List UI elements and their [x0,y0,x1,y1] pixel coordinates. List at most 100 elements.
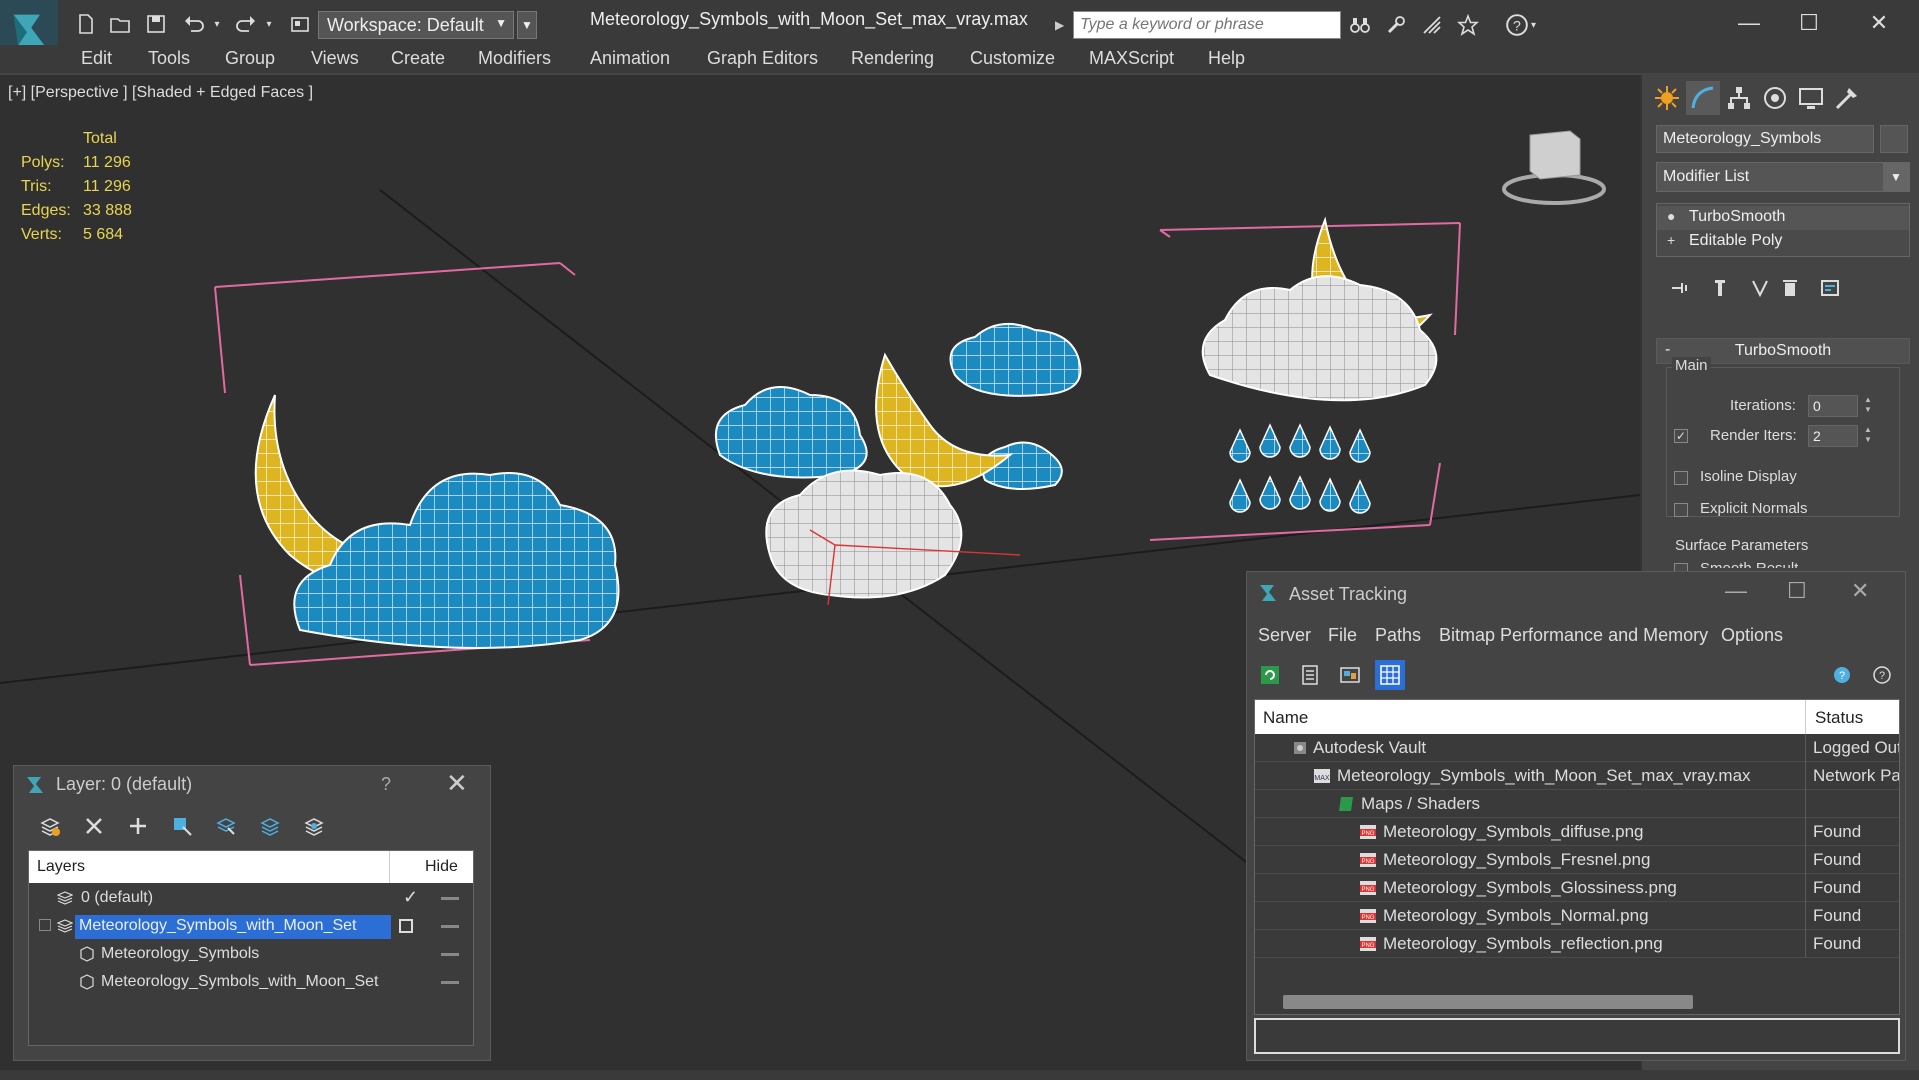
maximize-button[interactable]: ☐ [1787,578,1807,604]
asset-row[interactable]: MAX Meteorology_Symbols_with_Moon_Set_ma… [1255,762,1899,790]
refresh-icon[interactable] [1255,660,1285,690]
layer-row[interactable]: Meteorology_Symbols_with_Moon_Set [29,969,473,997]
hierarchy-tab-icon[interactable] [1722,81,1756,115]
col-name[interactable]: Name [1263,708,1308,728]
minimize-button[interactable]: — [1724,6,1774,40]
menu-bitmap-performance[interactable]: Bitmap Performance and Memory [1439,625,1708,646]
layer-row[interactable]: Meteorology_Symbols_with_Moon_Set [29,913,473,941]
menu-modifiers[interactable]: Modifiers [478,48,551,69]
menu-paths[interactable]: Paths [1375,625,1421,646]
col-layers[interactable]: Layers [37,858,85,876]
modifier-list-dropdown[interactable]: Modifier List ▼ [1656,162,1910,192]
menu-group[interactable]: Group [225,48,275,69]
workspace-select[interactable]: Workspace: Default ▼ [318,11,514,39]
menu-views[interactable]: Views [311,48,359,69]
help-icon[interactable]: ? [381,774,391,795]
pin-stack-icon[interactable] [1666,273,1694,303]
layer-row[interactable]: 0 (default) ✓ [29,885,473,913]
menu-help[interactable]: Help [1208,48,1245,69]
isoline-display-checkbox[interactable] [1674,471,1688,485]
undo-dropdown-icon[interactable]: ▾ [210,10,224,38]
hide-toggle[interactable] [441,897,459,900]
new-layer-icon[interactable] [36,812,64,840]
render-iters-checkbox[interactable]: ✓ [1674,429,1688,443]
iterations-spinner[interactable]: 0 [1808,395,1858,417]
workspace-menu-button[interactable]: ▼ [517,11,537,39]
context-help-icon[interactable]: ? [1867,660,1897,690]
asset-status-field[interactable] [1254,1018,1900,1054]
lightbulb-icon[interactable]: ● [1667,209,1681,223]
thumbnail-view-icon[interactable] [1335,660,1365,690]
maximize-button[interactable]: ☐ [1784,6,1834,40]
tools-icon[interactable] [1382,12,1410,38]
col-hide[interactable]: Hide [425,858,458,876]
configure-sets-icon[interactable] [1816,273,1844,303]
stack-item-turbosmooth[interactable]: ● TurboSmooth [1657,206,1909,230]
close-icon[interactable]: ✕ [446,768,468,799]
asset-row[interactable]: PNG Meteorology_Symbols_Normal.png Found [1255,902,1899,930]
redo-dropdown-icon[interactable]: ▾ [262,10,276,38]
save-icon[interactable] [142,10,170,38]
spinner-arrows-icon[interactable]: ▲ ▼ [1862,395,1874,417]
modify-tab-icon[interactable] [1686,81,1720,115]
layer-row[interactable]: Meteorology_Symbols [29,941,473,969]
object-color-swatch[interactable] [1880,125,1908,153]
signal-icon[interactable] [1418,12,1446,38]
make-active-icon[interactable] [399,919,413,933]
active-layer-check-icon[interactable]: ✓ [403,887,418,908]
select-objects-icon[interactable] [168,812,196,840]
create-tab-icon[interactable] [1650,81,1684,115]
delete-icon[interactable] [80,812,108,840]
collapse-icon[interactable] [39,919,51,931]
help-icon[interactable]: ? ▾ [1505,12,1549,38]
menu-customize[interactable]: Customize [970,48,1055,69]
hide-toggle[interactable] [441,953,459,956]
add-icon[interactable] [124,812,152,840]
freeze-layer-icon[interactable] [300,812,328,840]
close-button[interactable]: ✕ [1854,6,1904,40]
menu-rendering[interactable]: Rendering [851,48,934,69]
utilities-tab-icon[interactable] [1830,81,1864,115]
layer-dialog-titlebar[interactable]: Layer: 0 (default) ? ✕ [14,766,490,802]
menu-graph-editors[interactable]: Graph Editors [707,48,818,69]
explicit-normals-checkbox[interactable] [1674,503,1688,517]
spinner-arrows-icon[interactable]: ▲ ▼ [1862,425,1874,447]
binoculars-icon[interactable] [1346,12,1374,38]
help-icon[interactable]: ? [1829,660,1859,690]
col-status[interactable]: Status [1815,708,1863,728]
search-input[interactable] [1073,11,1341,39]
hide-toggle[interactable] [441,981,459,984]
viewport-label[interactable]: [+] [Perspective ] [Shaded + Edged Faces… [8,84,313,102]
expand-icon[interactable]: + [1667,233,1681,247]
search-expand-icon[interactable]: ▶ [1055,11,1071,39]
list-view-icon[interactable] [1295,660,1325,690]
show-end-result-icon[interactable] [1706,273,1734,303]
object-name-field[interactable]: Meteorology_Symbols [1656,125,1874,153]
menu-server[interactable]: Server [1258,625,1311,646]
menu-tools[interactable]: Tools [148,48,190,69]
menu-file[interactable]: File [1328,625,1357,646]
new-file-icon[interactable] [72,10,100,38]
menu-edit[interactable]: Edit [81,48,112,69]
display-tab-icon[interactable] [1794,81,1828,115]
minimize-button[interactable]: — [1725,578,1747,604]
viewcube-icon[interactable] [1502,130,1606,205]
asset-row[interactable]: PNG Meteorology_Symbols_reflection.png F… [1255,930,1899,958]
menu-maxscript[interactable]: MAXScript [1089,48,1174,69]
menu-options[interactable]: Options [1721,625,1783,646]
motion-tab-icon[interactable] [1758,81,1792,115]
menu-animation[interactable]: Animation [590,48,670,69]
asset-row[interactable]: Maps / Shaders [1255,790,1899,818]
asset-row[interactable]: Autodesk Vault Logged Out [1255,734,1899,762]
highlight-layer-icon[interactable] [256,812,284,840]
asset-dialog-titlebar[interactable]: Asset Tracking — ☐ ✕ [1247,572,1905,616]
asset-row[interactable]: PNG Meteorology_Symbols_Glossiness.png F… [1255,874,1899,902]
hide-toggle[interactable] [441,925,459,928]
project-icon[interactable] [286,10,314,38]
redo-icon[interactable] [232,10,260,38]
open-folder-icon[interactable] [106,10,134,38]
stack-item-editable-poly[interactable]: + Editable Poly [1657,230,1909,254]
undo-icon[interactable] [180,10,208,38]
asset-row[interactable]: PNG Meteorology_Symbols_diffuse.png Foun… [1255,818,1899,846]
horizontal-scrollbar[interactable] [1283,995,1693,1009]
